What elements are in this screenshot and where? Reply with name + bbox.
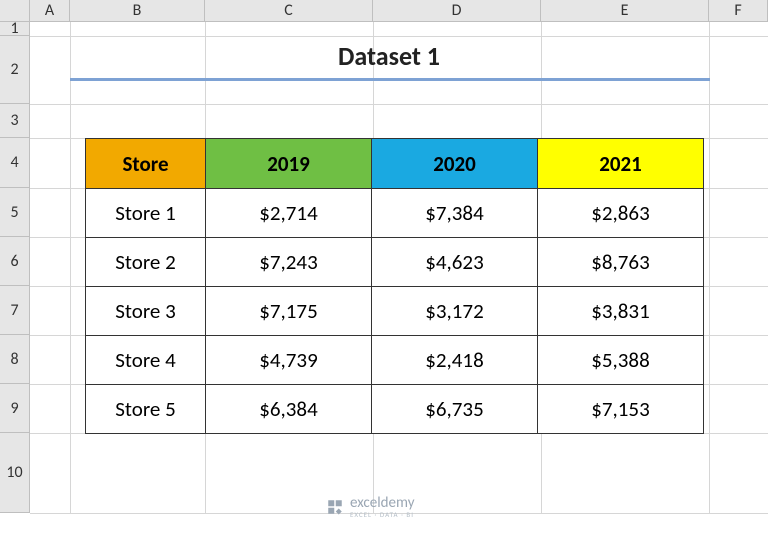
col-header-C[interactable]: C	[205, 0, 373, 22]
col-header-B[interactable]: B	[70, 0, 205, 22]
cell-2019[interactable]: $6,384	[206, 385, 372, 434]
cell-2021[interactable]: $3,831	[538, 287, 704, 336]
table-row: Store 1$2,714$7,384$2,863	[86, 189, 704, 238]
cell-store[interactable]: Store 4	[86, 336, 206, 385]
col-header-D[interactable]: D	[373, 0, 541, 22]
title-underline	[70, 78, 710, 81]
table-row: Store 3$7,175$3,172$3,831	[86, 287, 704, 336]
row-headers: 1 2 3 4 5 6 7 8 9 10	[0, 22, 30, 513]
col-header-E[interactable]: E	[541, 0, 709, 22]
cell-2020[interactable]: $3,172	[372, 287, 538, 336]
row-header-7[interactable]: 7	[0, 286, 30, 335]
watermark: exceldemy EXCEL · DATA · BI	[326, 494, 414, 519]
col-header-F[interactable]: F	[709, 0, 768, 22]
row-header-3[interactable]: 3	[0, 104, 30, 138]
dataset-title: Dataset 1	[70, 40, 708, 72]
cell-store[interactable]: Store 1	[86, 189, 206, 238]
header-2019[interactable]: 2019	[206, 139, 372, 189]
row-header-4[interactable]: 4	[0, 138, 30, 188]
cell-store[interactable]: Store 5	[86, 385, 206, 434]
cell-2020[interactable]: $7,384	[372, 189, 538, 238]
cell-2020[interactable]: $2,418	[372, 336, 538, 385]
cell-store[interactable]: Store 3	[86, 287, 206, 336]
table-row: Store 2$7,243$4,623$8,763	[86, 238, 704, 287]
col-header-A[interactable]: A	[30, 0, 70, 22]
cell-grid[interactable]: Dataset 1 Store 2019 2020 2021 Store 1$2…	[30, 22, 768, 513]
title-cell[interactable]: Dataset 1	[70, 40, 708, 81]
header-2021[interactable]: 2021	[538, 139, 704, 189]
row-header-10[interactable]: 10	[0, 433, 30, 513]
row-header-1[interactable]: 1	[0, 22, 30, 36]
cell-2020[interactable]: $4,623	[372, 238, 538, 287]
cell-2019[interactable]: $7,243	[206, 238, 372, 287]
header-store[interactable]: Store	[86, 139, 206, 189]
row-header-6[interactable]: 6	[0, 237, 30, 286]
watermark-tagline: EXCEL · DATA · BI	[350, 510, 414, 519]
table-row: Store 5$6,384$6,735$7,153	[86, 385, 704, 434]
column-headers: A B C D E F	[30, 0, 768, 22]
row-header-2[interactable]: 2	[0, 36, 30, 104]
cell-2021[interactable]: $5,388	[538, 336, 704, 385]
cell-2019[interactable]: $2,714	[206, 189, 372, 238]
cell-2020[interactable]: $6,735	[372, 385, 538, 434]
cell-2019[interactable]: $4,739	[206, 336, 372, 385]
table-header-row: Store 2019 2020 2021	[86, 139, 704, 189]
row-header-9[interactable]: 9	[0, 384, 30, 433]
header-2020[interactable]: 2020	[372, 139, 538, 189]
cell-2021[interactable]: $7,153	[538, 385, 704, 434]
data-table: Store 2019 2020 2021 Store 1$2,714$7,384…	[85, 138, 704, 434]
row-header-5[interactable]: 5	[0, 188, 30, 237]
cell-store[interactable]: Store 2	[86, 238, 206, 287]
cell-2021[interactable]: $8,763	[538, 238, 704, 287]
cell-2021[interactable]: $2,863	[538, 189, 704, 238]
exceldemy-icon	[326, 498, 344, 516]
cell-2019[interactable]: $7,175	[206, 287, 372, 336]
row-header-8[interactable]: 8	[0, 335, 30, 384]
table-row: Store 4$4,739$2,418$5,388	[86, 336, 704, 385]
